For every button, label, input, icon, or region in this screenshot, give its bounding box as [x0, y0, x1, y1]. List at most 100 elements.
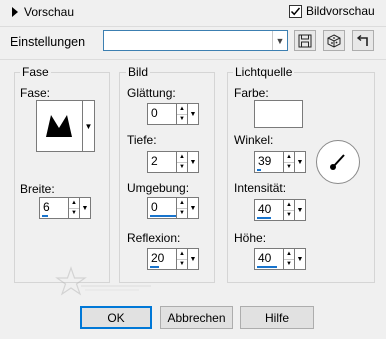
arrow-up-icon[interactable]: ▲ [177, 249, 187, 260]
winkel-dropdown[interactable]: ▼ [295, 151, 306, 173]
chevron-down-icon[interactable]: ▼ [272, 31, 287, 50]
tiefe-value: 2 [151, 154, 158, 168]
arrow-down-icon[interactable]: ▼ [284, 260, 294, 270]
tiefe-spinner[interactable]: 2 ▲ ▼ ▼ [147, 151, 199, 173]
umgebung-input[interactable]: 0 [147, 197, 177, 219]
winkel-spinner[interactable]: 39 ▲ ▼ ▼ [254, 151, 306, 173]
hoehe-input[interactable]: 40 [254, 248, 284, 270]
value-bar [257, 217, 271, 219]
umgebung-value: 0 [151, 200, 158, 214]
value-bar [257, 169, 261, 171]
umgebung-spinner[interactable]: 0 ▲ ▼ ▼ [147, 197, 199, 219]
hoehe-arrows[interactable]: ▲ ▼ [284, 248, 295, 270]
tiefe-label: Tiefe: [127, 133, 157, 147]
value-bar [257, 266, 277, 268]
breite-spinner[interactable]: 6 ▲ ▼ ▼ [39, 197, 91, 219]
divider [0, 26, 386, 27]
arrow-down-icon[interactable]: ▼ [177, 209, 187, 219]
fase-preview[interactable] [36, 100, 83, 152]
fase-label: Fase: [20, 86, 51, 100]
light-angle-dial[interactable] [316, 140, 360, 184]
chevron-down-icon: ▼ [296, 206, 304, 214]
intensitaet-arrows[interactable]: ▲ ▼ [284, 199, 295, 221]
arrow-up-icon[interactable]: ▲ [69, 198, 79, 209]
checkmark-icon [290, 7, 301, 15]
arrow-up-icon[interactable]: ▲ [284, 152, 294, 163]
bild-group-title: Bild [126, 65, 151, 79]
triangle-right-icon [12, 7, 18, 17]
chevron-down-icon: ▼ [296, 158, 304, 166]
hoehe-dropdown[interactable]: ▼ [295, 248, 306, 270]
fase-dropdown-button[interactable]: ▼ [82, 100, 95, 152]
winkel-value: 39 [258, 154, 272, 168]
arrow-down-icon[interactable]: ▼ [177, 260, 187, 270]
reflexion-label: Reflexion: [127, 231, 181, 245]
intensitaet-input[interactable]: 40 [254, 199, 284, 221]
fase-group-title: Fase [20, 65, 51, 79]
cube-icon [327, 33, 341, 48]
arrow-down-icon[interactable]: ▼ [177, 115, 187, 125]
image-preview-checkbox[interactable]: Bildvorschau [289, 4, 375, 18]
undo-icon [356, 34, 368, 46]
tiefe-arrows[interactable]: ▲ ▼ [177, 151, 188, 173]
umgebung-dropdown[interactable]: ▼ [188, 197, 199, 219]
glaettung-dropdown[interactable]: ▼ [188, 103, 199, 125]
breite-input[interactable]: 6 [39, 197, 69, 219]
value-bar [42, 215, 48, 217]
arrow-up-icon[interactable]: ▲ [177, 152, 187, 163]
lichtquelle-group-title: Lichtquelle [233, 65, 295, 79]
winkel-arrows[interactable]: ▲ ▼ [284, 151, 295, 173]
chevron-down-icon: ▼ [189, 204, 197, 212]
chevron-down-icon: ▼ [81, 204, 89, 212]
arrow-up-icon[interactable]: ▲ [284, 249, 294, 260]
hoehe-value: 40 [258, 251, 272, 265]
hoehe-spinner[interactable]: 40 ▲ ▼ ▼ [254, 248, 306, 270]
tiefe-dropdown[interactable]: ▼ [188, 151, 199, 173]
arrow-up-icon[interactable]: ▲ [284, 200, 294, 211]
ok-button[interactable]: OK [80, 306, 152, 329]
glaettung-value: 0 [151, 106, 158, 120]
checkbox-box[interactable] [289, 4, 302, 18]
farbe-label: Farbe: [234, 86, 269, 100]
value-bar [150, 215, 176, 217]
chevron-down-icon: ▼ [84, 121, 93, 131]
arrow-down-icon[interactable]: ▼ [177, 163, 187, 173]
cancel-button[interactable]: Abbrechen [160, 306, 233, 329]
arrow-up-icon[interactable]: ▲ [177, 198, 187, 209]
chevron-down-icon: ▼ [296, 255, 304, 263]
tiefe-input[interactable]: 2 [147, 151, 177, 173]
reflexion-arrows[interactable]: ▲ ▼ [177, 248, 188, 270]
settings-combo[interactable]: ▼ [103, 30, 288, 51]
randomize-button[interactable] [323, 30, 345, 51]
hoehe-label: Höhe: [234, 231, 267, 245]
umgebung-arrows[interactable]: ▲ ▼ [177, 197, 188, 219]
intensitaet-spinner[interactable]: 40 ▲ ▼ ▼ [254, 199, 306, 221]
winkel-input[interactable]: 39 [254, 151, 284, 173]
glaettung-arrows[interactable]: ▲ ▼ [177, 103, 188, 125]
arrow-up-icon[interactable]: ▲ [177, 104, 187, 115]
preview-toggle-label: Vorschau [24, 5, 75, 19]
reflexion-value: 20 [151, 251, 165, 265]
light-color-swatch[interactable] [254, 100, 303, 128]
save-preset-button[interactable] [294, 30, 316, 51]
glaettung-input[interactable]: 0 [147, 103, 177, 125]
reset-button[interactable] [352, 30, 374, 51]
umgebung-label: Umgebung: [127, 181, 190, 195]
intensitaet-dropdown[interactable]: ▼ [295, 199, 306, 221]
arrow-down-icon[interactable]: ▼ [284, 163, 294, 173]
bevel-shape-icon [46, 115, 72, 137]
breite-arrows[interactable]: ▲ ▼ [69, 197, 80, 219]
breite-label: Breite: [20, 182, 55, 196]
winkel-label: Winkel: [234, 133, 274, 147]
arrow-down-icon[interactable]: ▼ [284, 211, 294, 221]
image-preview-label: Bildvorschau [306, 4, 375, 18]
divider [0, 59, 386, 60]
preview-toggle[interactable]: Vorschau [12, 5, 74, 19]
glaettung-spinner[interactable]: 0 ▲ ▼ ▼ [147, 103, 199, 125]
help-button[interactable]: Hilfe [240, 306, 314, 329]
reflexion-dropdown[interactable]: ▼ [188, 248, 199, 270]
arrow-down-icon[interactable]: ▼ [69, 209, 79, 219]
star-watermark-icon [55, 266, 155, 305]
glaettung-label: Glättung: [127, 86, 176, 100]
breite-dropdown[interactable]: ▼ [80, 197, 91, 219]
